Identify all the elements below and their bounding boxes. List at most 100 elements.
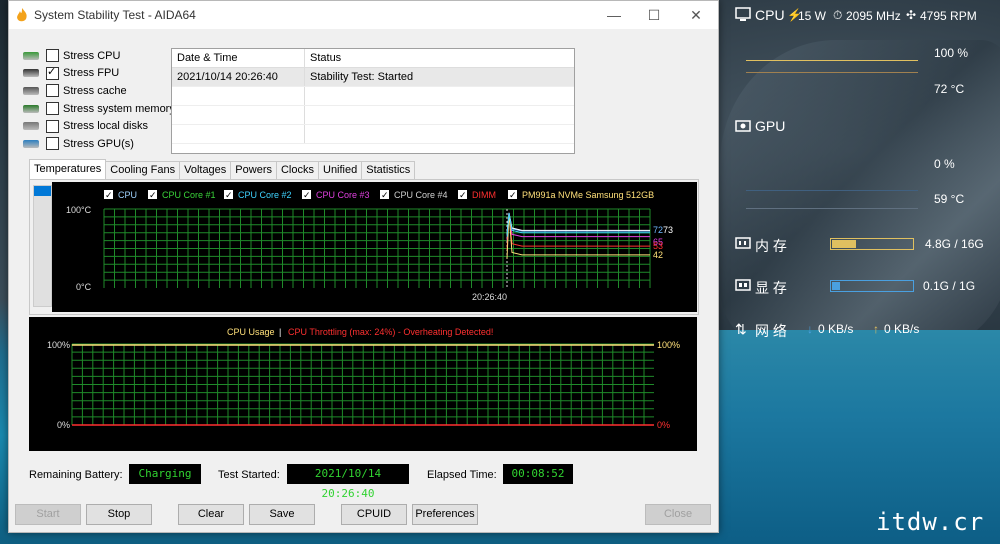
cache-icon [23, 86, 39, 95]
stability-test-window: System Stability Test - AIDA64 — ☐ ✕ Str… [8, 0, 719, 533]
legend-item[interactable]: ✓ CPU [104, 190, 137, 201]
tab-voltages[interactable]: Voltages [179, 161, 232, 179]
stress-option-label: Stress local disks [63, 120, 148, 133]
clear-button[interactable]: Clear [178, 504, 244, 525]
gpu-usage-line [746, 190, 918, 191]
scrollbar-thumb[interactable] [34, 186, 51, 196]
table-row [172, 87, 574, 106]
legend-item[interactable]: ✓ PM991a NVMe Samsung 512GB [508, 190, 654, 201]
battery-label: Remaining Battery: [29, 469, 123, 481]
usage-separator: | [279, 327, 281, 337]
maximize-button[interactable]: ☐ [639, 5, 669, 25]
stress-option-label: Stress CPU [63, 49, 121, 62]
col-status[interactable]: Status [305, 49, 341, 67]
stress-checkbox[interactable] [46, 65, 59, 80]
cpu-usage-line [746, 60, 918, 61]
gpu-temp-line [746, 208, 918, 209]
stress-checkbox[interactable] [46, 119, 59, 133]
gpu-icon [23, 139, 39, 148]
cpu-temp: 72 °C [934, 82, 965, 96]
stress-checkbox[interactable] [46, 84, 59, 98]
log-table-header: Date & Time Status [172, 49, 574, 68]
start-button[interactable]: Start [15, 504, 81, 525]
cpu-usage-chart: CPU Usage | CPU Throttling (max: 24%) - Ov… [29, 317, 697, 451]
vram-icon [735, 279, 751, 291]
close-button[interactable]: Close [645, 504, 711, 525]
tab-temperatures[interactable]: Temperatures [29, 159, 107, 179]
gpu-temp: 59 °C [934, 192, 965, 206]
legend-item[interactable]: ✓ DIMM [458, 190, 496, 201]
memory-bar [830, 238, 914, 250]
stress-option-row[interactable]: Stress system memory [23, 100, 175, 118]
svg-text:✓: ✓ [225, 191, 233, 201]
stress-option-label: Stress system memory [63, 102, 175, 115]
stress-option-label: Stress cache [63, 84, 127, 97]
vram-bar [830, 280, 914, 292]
gpu-card-icon [735, 120, 751, 132]
stress-option-row[interactable]: Stress GPU(s) [23, 135, 175, 153]
tab-powers[interactable]: Powers [230, 161, 277, 179]
cpu-clock: 2095 MHz [846, 9, 901, 23]
download-arrow-icon: ↓ [807, 322, 813, 336]
svg-text:✓: ✓ [509, 191, 517, 201]
preferences-button[interactable]: Preferences [412, 504, 478, 525]
usage-axis-top: 100% [47, 340, 70, 350]
stress-option-row[interactable]: Stress cache [23, 82, 175, 100]
stress-checkbox[interactable] [46, 102, 59, 116]
legend-item[interactable]: ✓ CPU Core #3 [302, 190, 370, 201]
aida64-flame-icon [17, 8, 27, 22]
cpu-fan: 4795 RPM [920, 9, 977, 23]
memory-value: 4.8G / 16G [925, 237, 984, 251]
row-status: Stability Test: Started [310, 71, 414, 83]
cpu-chip-icon [23, 51, 39, 60]
window-title: System Stability Test - AIDA64 [34, 8, 196, 22]
stress-option-label: Stress FPU [63, 67, 120, 80]
vram-value: 0.1G / 1G [923, 279, 976, 293]
legend-label: CPU Core #1 [162, 190, 216, 200]
svg-text:✓: ✓ [149, 191, 157, 201]
stress-checkbox[interactable] [46, 137, 59, 151]
tab-cooling-fans[interactable]: Cooling Fans [105, 161, 181, 179]
stress-checkbox[interactable] [46, 49, 59, 63]
throttle-title: CPU Throttling (max: 24%) - Overheating … [288, 327, 493, 337]
hardware-monitor-overlay: CPU ⚡ 15 W ⏱ 2095 MHz ✣ 4795 RPM 100 % 7… [724, 0, 1000, 346]
legend-label: PM991a NVMe Samsung 512GB [522, 190, 654, 200]
tab-statistics[interactable]: Statistics [361, 161, 416, 179]
legend-label: CPU [118, 190, 137, 200]
row-datetime: 2021/10/14 20:26:40 [172, 68, 305, 86]
save-button[interactable]: Save [249, 504, 315, 525]
minimize-button[interactable]: — [599, 5, 629, 25]
cpu-power: 15 W [798, 9, 827, 23]
stress-options: Stress CPU Stress FPU Stress cache Stress s… [23, 47, 175, 153]
elapsed-value: 00:08:52 [503, 464, 573, 484]
temp-value-label: 72 [653, 225, 663, 235]
cpuid-button[interactable]: CPUID [341, 504, 407, 525]
monitor-icon [735, 7, 751, 21]
tab-clocks[interactable]: Clocks [275, 161, 319, 179]
legend-item[interactable]: ✓ CPU Core #2 [224, 190, 292, 201]
table-row[interactable]: 2021/10/14 20:26:40 Stability Test: Star… [172, 68, 574, 87]
tab-unified[interactable]: Unified [318, 161, 363, 179]
svg-text:✓: ✓ [459, 191, 467, 201]
vram-label: 显 存 [755, 280, 787, 296]
upload-arrow-icon: ↑ [873, 322, 879, 336]
stress-option-row[interactable]: Stress CPU [23, 47, 175, 65]
col-datetime[interactable]: Date & Time [172, 49, 305, 67]
legend-item[interactable]: ✓ CPU Core #1 [148, 190, 216, 201]
elapsed-label: Elapsed Time: [427, 469, 497, 481]
legend-item[interactable]: ✓ CPU Core #4 [380, 190, 448, 201]
network-label: 网 络 [755, 323, 787, 339]
network-up: 0 KB/s [884, 322, 920, 336]
table-row [172, 125, 574, 144]
test-started-label: Test Started: [218, 469, 280, 481]
close-window-button[interactable]: ✕ [681, 5, 711, 25]
legend-scrollbar[interactable] [33, 185, 52, 307]
title-bar[interactable]: System Stability Test - AIDA64 — ☐ ✕ [9, 1, 718, 29]
stop-button[interactable]: Stop [86, 504, 152, 525]
memory-bar-fill [832, 240, 856, 248]
usage-axis-right-top: 100% [657, 340, 680, 350]
stress-option-row[interactable]: Stress FPU [23, 65, 175, 83]
stress-option-row[interactable]: Stress local disks [23, 117, 175, 135]
disk-icon [23, 122, 39, 131]
usage-axis-right-bottom: 0% [657, 420, 670, 430]
